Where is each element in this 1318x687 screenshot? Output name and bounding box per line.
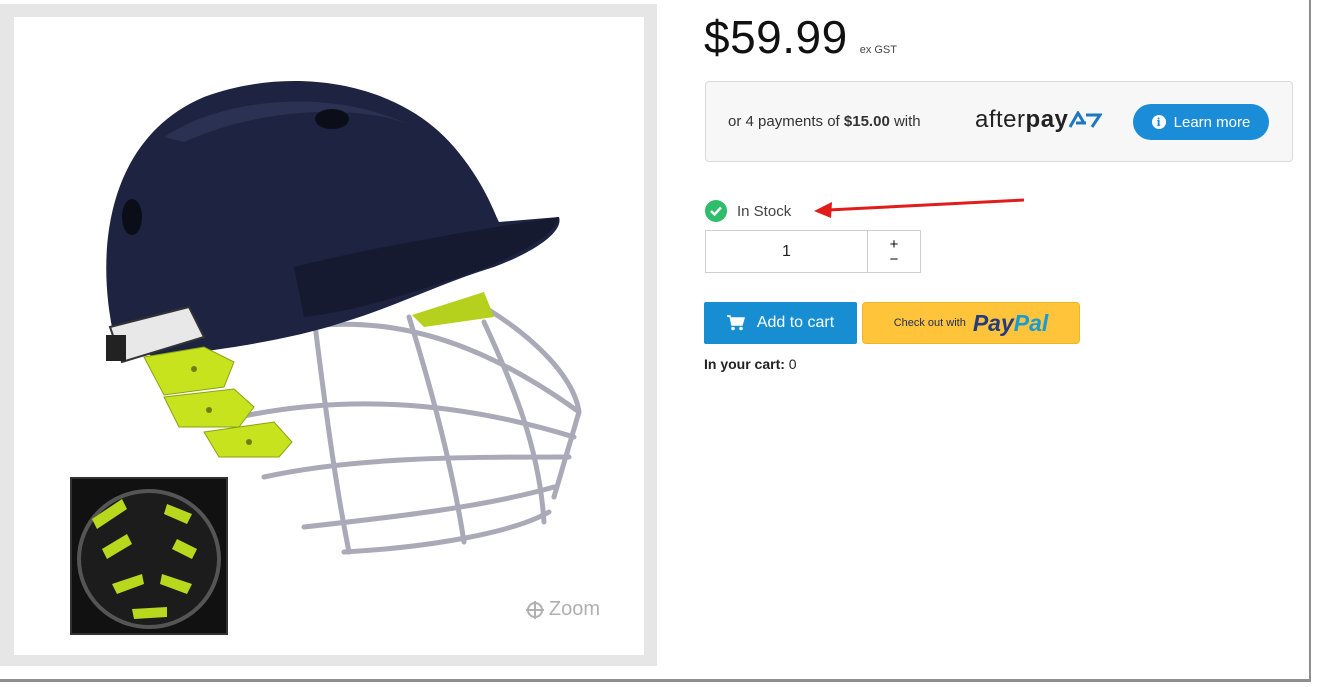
paypal-logo-pal: Pal [1013, 309, 1049, 336]
cart-count: In your cart: 0 [704, 356, 797, 372]
product-image-panel: Zoom [0, 4, 657, 666]
add-to-cart-label: Add to cart [756, 314, 835, 331]
cart-icon [726, 315, 745, 331]
product-price: $59.99 [704, 11, 848, 63]
afterpay-arrows-icon [1069, 111, 1103, 128]
afterpay-suffix: with [893, 113, 921, 130]
zoom-label: Zoom [548, 598, 600, 620]
info-icon: i [1151, 115, 1166, 129]
afterpay-logo-bold: pay [1025, 106, 1069, 133]
cart-count-label: In your cart: [704, 356, 785, 372]
check-circle-icon [705, 200, 727, 222]
quantity-stepper: 1 + − [705, 230, 921, 273]
paypal-checkout-button[interactable]: Check out with PayPal [862, 302, 1080, 344]
product-image[interactable]: Zoom [14, 17, 644, 655]
learn-more-label: Learn more [1173, 113, 1251, 131]
thumbnail-image[interactable] [70, 477, 228, 635]
add-to-cart-button[interactable]: Add to cart [704, 302, 857, 344]
cart-count-value: 0 [788, 356, 797, 372]
price-row: $59.99 ex GST [704, 10, 897, 64]
afterpay-amount: $15.00 [843, 113, 890, 130]
afterpay-box: or 4 payments of $15.00 with after pay i … [705, 81, 1293, 162]
stock-status: In Stock [705, 200, 791, 222]
thumbnail-helmet-interior [72, 479, 226, 633]
decrement-button[interactable]: − [890, 252, 899, 267]
paypal-logo: PayPal [973, 310, 1048, 337]
increment-button[interactable]: + [890, 237, 899, 252]
stock-status-label: In Stock [737, 202, 792, 220]
zoom-control[interactable]: Zoom [525, 598, 600, 621]
annotation-arrow-icon [814, 198, 1025, 218]
afterpay-logo: after pay [975, 106, 1103, 134]
quantity-input[interactable]: 1 [706, 231, 868, 272]
paypal-prefix: Check out with [893, 317, 966, 329]
afterpay-prefix: or 4 payments of [728, 113, 840, 130]
paypal-logo-pay: Pay [972, 309, 1014, 336]
afterpay-logo-light: after [975, 106, 1026, 133]
learn-more-button[interactable]: i Learn more [1133, 104, 1269, 140]
tax-note: ex GST [859, 44, 897, 56]
afterpay-installment-text: or 4 payments of $15.00 with [728, 113, 921, 130]
crosshair-icon [525, 600, 544, 619]
quantity-controls: + − [868, 231, 920, 272]
